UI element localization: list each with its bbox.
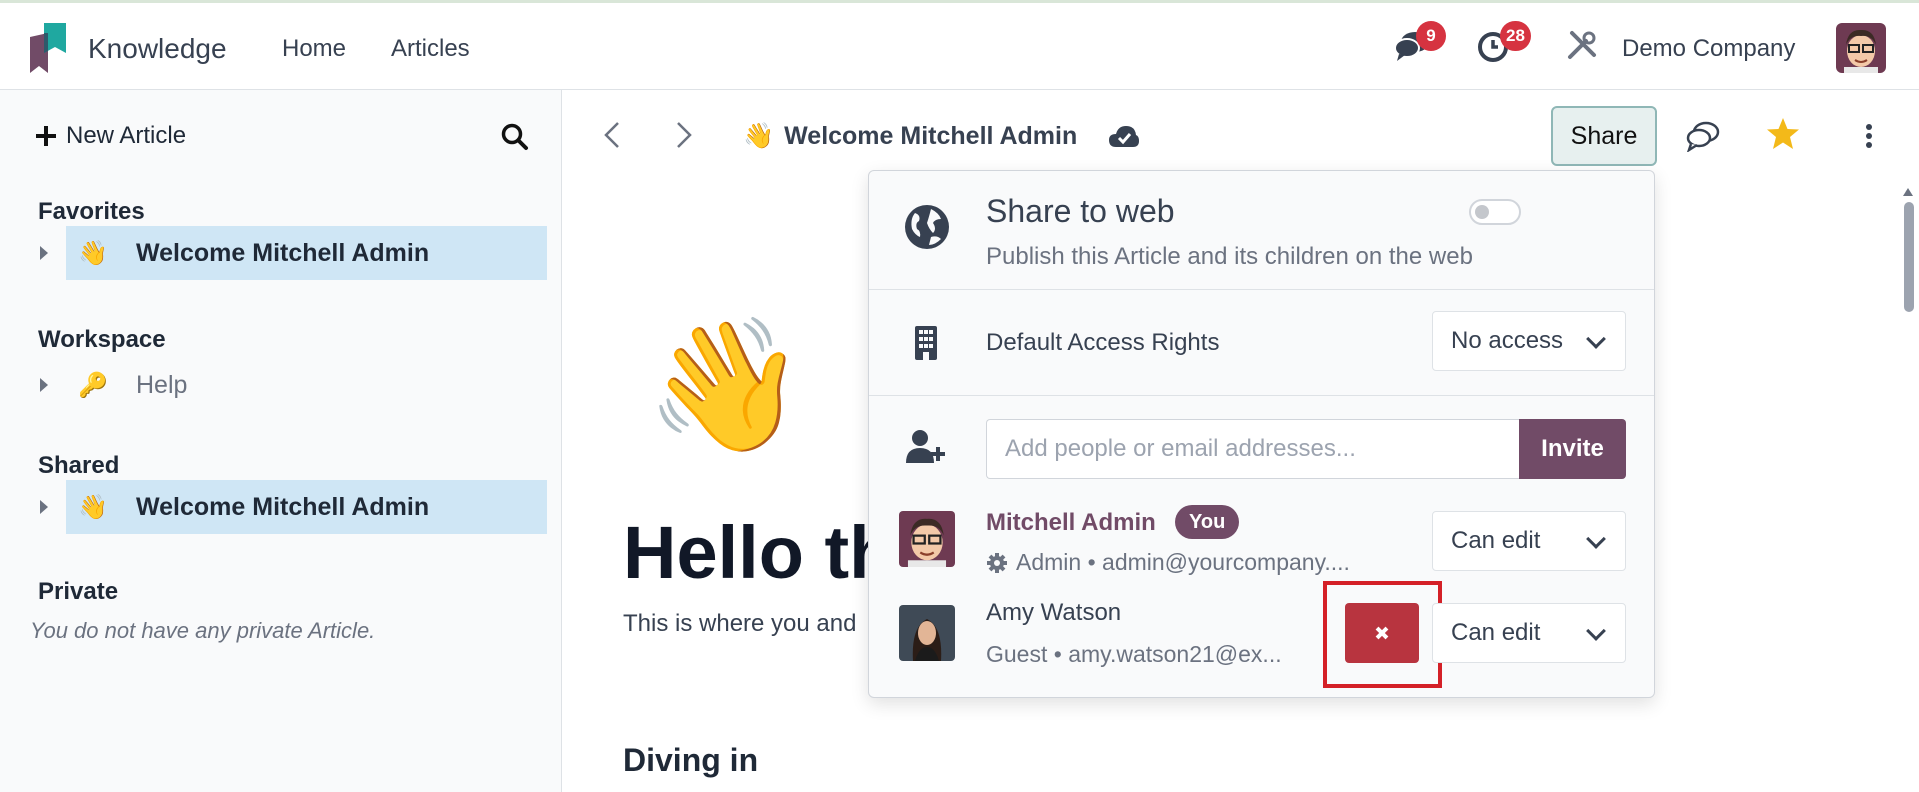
workspace-expand-caret-icon[interactable] [40,378,48,392]
member-permission-select[interactable]: Can edit [1432,511,1626,571]
activities-count-badge: 28 [1500,21,1531,51]
invite-people-input[interactable] [986,419,1519,479]
member-avatar [899,605,955,661]
cloud-check-icon [1109,126,1139,147]
wave-emoji-icon: 👋 [78,239,108,267]
favorites-section-title: Favorites [38,198,145,225]
gear-icon [987,552,1007,573]
private-empty-text: You do not have any private Article. [30,618,376,643]
share-to-web-title: Share to web [986,193,1175,229]
default-access-rights-label: Default Access Rights [986,329,1220,356]
article-subheading[interactable]: Diving in [623,742,758,779]
workspace-section-title: Workspace [38,326,166,353]
settings-tools-button[interactable] [1566,29,1606,69]
article-intro-text[interactable]: This is where you and [623,610,856,638]
article-breadcrumb[interactable]: 👋 Welcome Mitchell Admin [743,122,1077,151]
highlight-annotation-box [1323,581,1442,688]
comments-icon[interactable] [1685,120,1721,152]
nav-link-home[interactable]: Home [282,35,346,63]
chevron-down-icon [1586,621,1606,641]
chevron-down-icon [1586,329,1606,349]
add-user-icon [906,430,945,463]
share-to-web-subtitle: Publish this Article and its children on… [986,243,1473,270]
member-avatar-image-icon [899,511,955,567]
private-section-title: Private [38,578,119,605]
top-navbar: Knowledge Home Articles 9 28 Demo Compan… [0,0,1919,90]
nav-link-articles[interactable]: Articles [391,35,470,63]
company-switcher[interactable]: Demo Company [1622,35,1795,63]
globe-icon [905,205,949,249]
sidebar-item-shared-welcome[interactable]: 👋 Welcome Mitchell Admin [66,480,547,534]
member-subtitle-text: Guest • amy.watson21@ex... [986,641,1282,667]
member-name-link[interactable]: Mitchell Admin [986,509,1156,537]
chevron-down-icon [1586,529,1606,549]
back-arrow-icon[interactable] [598,120,628,150]
sidebar-item-help[interactable]: 🔑 Help [66,358,547,412]
favorite-star-icon[interactable] [1765,116,1801,152]
member-avatar-image-icon [899,605,955,661]
knowledge-sidebar: New Article Favorites 👋 Welcome Mitchell… [0,90,562,792]
wave-emoji-icon: 👋 [743,122,775,150]
user-avatar-image-icon [1836,23,1886,73]
member-avatar [899,511,955,567]
more-options-icon[interactable] [1866,124,1874,148]
forward-arrow-icon[interactable] [668,120,698,150]
plus-icon [36,126,56,146]
tools-icon [1568,31,1596,59]
scrollbar-thumb[interactable] [1904,202,1914,312]
article-cover-emoji-icon[interactable]: 👋 [645,320,807,450]
sidebar-item-label: Welcome Mitchell Admin [136,492,430,521]
sidebar-item-label: Help [136,370,188,399]
key-emoji-icon: 🔑 [78,371,108,399]
breadcrumb-title: Welcome Mitchell Admin [784,122,1078,150]
member-subtitle: Guest • amy.watson21@ex... [986,641,1282,668]
shared-section-title: Shared [38,452,120,479]
user-avatar[interactable] [1836,23,1886,73]
app-name[interactable]: Knowledge [88,33,227,65]
knowledge-logo-icon[interactable] [30,23,66,73]
new-article-button[interactable]: New Article [36,122,186,150]
wave-emoji-icon: 👋 [78,493,108,521]
search-icon[interactable] [500,122,530,152]
default-access-value: No access [1451,327,1564,354]
permission-value: Can edit [1451,527,1541,554]
activities-button[interactable]: 28 [1476,21,1531,69]
article-heading[interactable]: Hello th [623,510,894,595]
shared-expand-caret-icon[interactable] [40,500,48,514]
permission-value: Can edit [1451,619,1541,646]
member-subtitle: Admin • admin@yourcompany.... [986,549,1350,576]
new-article-label: New Article [66,122,187,149]
messages-button[interactable]: 9 [1394,21,1446,69]
member-permission-select[interactable]: Can edit [1432,603,1626,663]
messages-count-badge: 9 [1416,21,1446,51]
panel-divider [869,289,1654,290]
panel-divider [869,395,1654,396]
member-name: Amy Watson [986,599,1122,626]
favorites-expand-caret-icon[interactable] [40,246,48,260]
scrollbar-up-arrow[interactable] [1903,188,1913,196]
invite-button[interactable]: Invite [1519,419,1626,479]
sidebar-item-favorite-welcome[interactable]: 👋 Welcome Mitchell Admin [66,226,547,280]
building-icon [915,326,937,360]
you-badge: You [1175,505,1240,539]
member-subtitle-text: Admin • admin@yourcompany.... [1016,549,1350,575]
sidebar-item-label: Welcome Mitchell Admin [136,238,430,267]
share-button[interactable]: Share [1551,106,1657,166]
default-access-select[interactable]: No access [1432,311,1626,371]
share-to-web-toggle[interactable] [1469,199,1521,225]
share-dropdown-panel: Share to web Publish this Article and it… [868,170,1655,698]
